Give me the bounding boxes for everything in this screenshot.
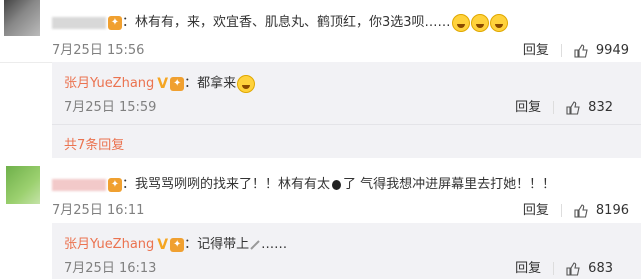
laugh-cry-emoji-icon (451, 13, 470, 32)
more-replies-link[interactable]: 共7条回复 (64, 134, 124, 153)
thumb-up-icon[interactable] (566, 261, 580, 276)
laugh-cry-emoji-icon (470, 13, 489, 32)
reply-text-tail: …… (261, 237, 288, 252)
vip-badge-icon: ✦ (108, 15, 122, 30)
divider (52, 124, 641, 125)
avatar[interactable] (6, 166, 40, 204)
reply-button[interactable]: 回复 (515, 100, 541, 115)
comment-text: ：我骂骂咧咧的找来了！！林有有太 (122, 177, 331, 192)
reply-button[interactable]: 回复 (523, 203, 549, 218)
reply-text: ：都拿来 (184, 76, 237, 91)
reply-line: 张月YueZhang V ✦ ：都拿来 (64, 72, 256, 93)
like-count: 8196 (595, 203, 629, 218)
pen-icon (250, 239, 260, 250)
vip-badge-icon: ✦ (170, 237, 185, 252)
divider (553, 101, 555, 114)
comment-time: 7月25日 16:11 (52, 203, 145, 218)
reply-username[interactable]: 张月YueZhang (64, 76, 154, 91)
verified-v-icon: V (157, 236, 169, 253)
laugh-cry-emoji-icon (237, 74, 256, 93)
divider (560, 204, 562, 217)
reply-block: 张月YueZhang V ✦ ：都拿来 7月25日 15:59 回复 832 共7条回复 (52, 62, 641, 158)
blurred-username[interactable] (52, 16, 106, 29)
reply-username[interactable]: 张月YueZhang (64, 237, 154, 252)
comment-actions: 回复 9949 (523, 39, 629, 58)
like-count: 683 (588, 261, 613, 276)
comment-2-line: ✦ ：我骂骂咧咧的找来了！！林有有太了 气得我想冲进屏幕里去打她！！！ (52, 173, 555, 192)
divider (560, 44, 562, 57)
vip-badge-icon: ✦ (170, 76, 185, 91)
reply-button[interactable]: 回复 (523, 43, 549, 58)
avatar[interactable] (4, 0, 40, 36)
reply-line: 张月YueZhang V ✦ ：记得带上 …… (64, 233, 287, 253)
laugh-cry-emoji-icon (489, 13, 508, 32)
reply-time: 7月25日 15:59 (64, 100, 157, 115)
blurred-username[interactable] (52, 178, 106, 191)
thumb-up-icon[interactable] (566, 100, 580, 115)
thumb-up-icon[interactable] (574, 203, 588, 218)
comment-1-line: ✦ ：林有有，来，欢宜香、肌息丸、鹤顶红，你3选3呗…… (52, 11, 508, 32)
vip-badge-icon: ✦ (108, 177, 122, 192)
reply-block: 张月YueZhang V ✦ ：记得带上 …… 7月25日 16:13 回复 683 (52, 223, 641, 279)
bomb-icon (332, 179, 342, 190)
reply-text: ：记得带上 (184, 237, 250, 252)
comment-actions: 回复 8196 (523, 199, 629, 218)
reply-button[interactable]: 回复 (515, 261, 541, 276)
like-count: 9949 (595, 43, 629, 58)
comment-text-continued: 了 气得我想冲进屏幕里去打她！！！ (343, 177, 556, 192)
like-count: 832 (588, 100, 613, 115)
comment-1: ✦ ：林有有，来，欢宜香、肌息丸、鹤顶红，你3选3呗…… 7月25日 15:56 … (0, 0, 641, 63)
verified-v-icon: V (157, 75, 169, 92)
reply-time: 7月25日 16:13 (64, 261, 157, 276)
thumb-up-icon[interactable] (574, 43, 588, 58)
divider (553, 262, 555, 275)
reply-actions: 回复 683 (515, 257, 613, 276)
comment-text: ：林有有，来，欢宜香、肌息丸、鹤顶红，你3选3呗…… (122, 15, 451, 30)
comment-time: 7月25日 15:56 (52, 43, 145, 58)
reply-actions: 回复 832 (515, 96, 613, 115)
